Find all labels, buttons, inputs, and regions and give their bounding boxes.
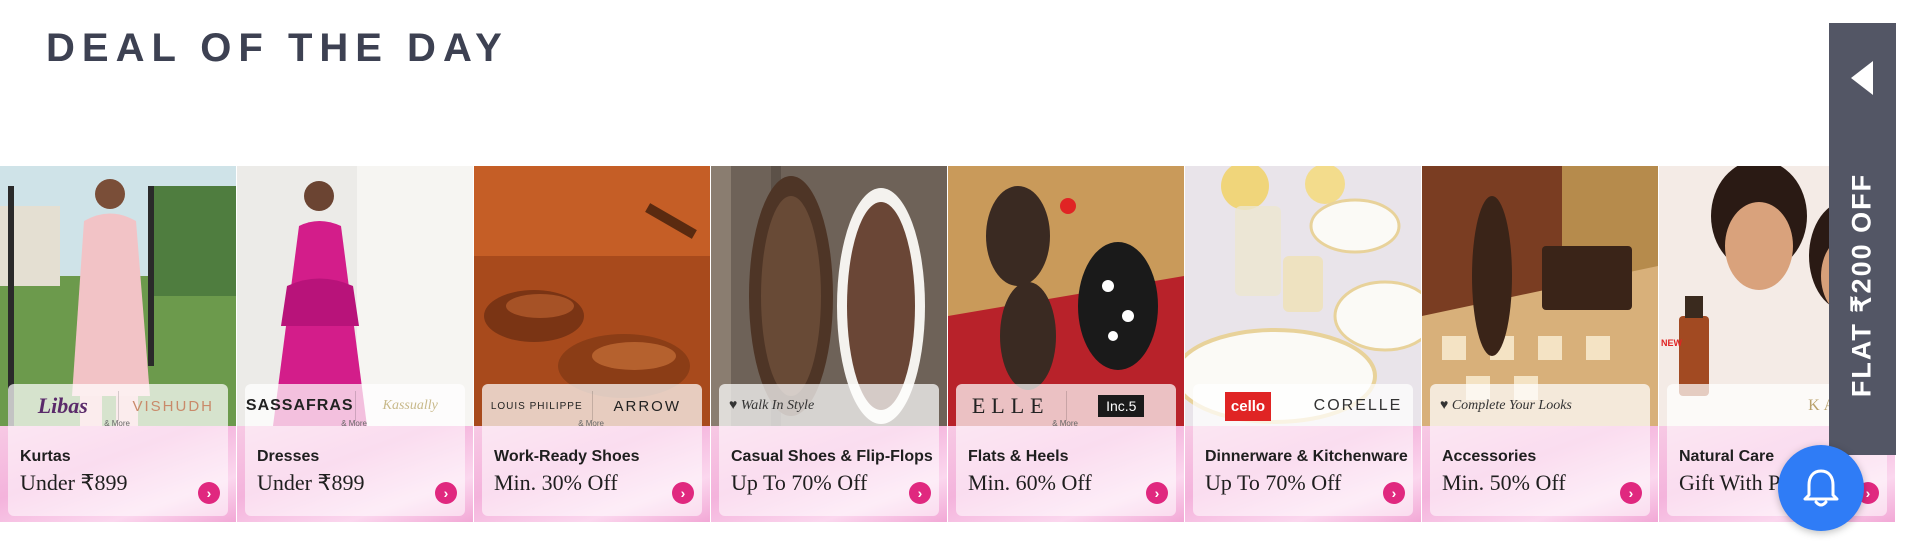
chevron-right-icon[interactable]: › — [198, 482, 220, 504]
deal-card-casual-shoes[interactable]: ♥ Walk In Style Casual Shoes & Flip-Flop… — [711, 166, 947, 522]
flat-offer-text: FLAT ₹200 OFF — [1846, 172, 1877, 398]
card-info: Dinnerware & Kitchenware Up To 70% Off › — [1185, 426, 1421, 522]
chevron-right-icon[interactable]: › — [1383, 482, 1405, 504]
offer-text: Under ₹899 — [257, 470, 365, 495]
category-name: Casual Shoes & Flip-Flops — [731, 448, 933, 465]
offer-text: Min. 60% Off — [968, 470, 1092, 495]
category-name: Flats & Heels — [968, 448, 1069, 465]
deal-card-dinnerware[interactable]: cello CORELLE Dinnerware & Kitchenware U… — [1185, 166, 1421, 522]
deal-card-flats-heels[interactable]: ELLE Inc.5 & More Flats & Heels Min. 60%… — [948, 166, 1184, 522]
offer-text: Up To 70% Off — [731, 470, 868, 495]
card-info: Kurtas Under ₹899 › — [0, 426, 236, 522]
deal-card-accessories[interactable]: ♥ Complete Your Looks Accessories Min. 5… — [1422, 166, 1658, 522]
new-launch-badge: NEW — [1661, 338, 1682, 348]
complete-your-looks-text: Complete Your Looks — [1451, 398, 1572, 413]
brand-strip: ♥ Walk In Style — [719, 384, 939, 428]
card-info: Dresses Under ₹899 › — [237, 426, 473, 522]
brand-strip: SASSAFRAS Kassually & More — [245, 384, 465, 428]
offer-text: Min. 30% Off — [494, 470, 618, 495]
category-name: Kurtas — [20, 448, 71, 465]
info-box: Casual Shoes & Flip-Flops Up To 70% Off … — [719, 426, 939, 516]
brand-logo-corelle: CORELLE — [1313, 397, 1403, 414]
info-box: Kurtas Under ₹899 › — [8, 426, 228, 516]
brand-strip: ELLE Inc.5 & More — [956, 384, 1176, 428]
notification-button[interactable] — [1778, 445, 1864, 531]
brand-logo-louis-philippe: LOUIS PHILIPPE — [490, 400, 583, 412]
brand-strip: LOUIS PHILIPPE ARROW & More — [482, 384, 702, 428]
deal-card-work-ready-shoes[interactable]: LOUIS PHILIPPE ARROW & More Work-Ready S… — [474, 166, 710, 522]
brand-logo-inc5-wrap: Inc.5 — [1067, 395, 1177, 417]
chevron-right-icon[interactable]: › — [435, 482, 457, 504]
brand-logo-cello: cello — [1224, 391, 1272, 421]
brand-strip: cello CORELLE — [1193, 384, 1413, 428]
offer-text: Min. 50% Off — [1442, 470, 1566, 495]
walk-in-style-text: Walk In Style — [740, 398, 815, 413]
deal-card-dresses[interactable]: SASSAFRAS Kassually & More Dresses Under… — [237, 166, 473, 522]
offer-text: Up To 70% Off — [1205, 470, 1342, 495]
brand-tagline: ♥ Complete Your Looks — [1430, 398, 1650, 414]
heart-icon: ♥ — [1440, 398, 1452, 413]
card-info: Accessories Min. 50% Off › — [1422, 426, 1658, 522]
brand-logo-arrow: ARROW — [613, 397, 681, 415]
chevron-left-icon[interactable] — [1851, 61, 1873, 95]
info-box: Work-Ready Shoes Min. 30% Off › — [482, 426, 702, 516]
chevron-right-icon[interactable]: › — [909, 482, 931, 504]
category-name: Work-Ready Shoes — [494, 448, 640, 465]
info-box: Dresses Under ₹899 › — [245, 426, 465, 516]
brand-logo-inc5: Inc.5 — [1098, 395, 1145, 417]
deal-card-kurtas[interactable]: Libas VISHUDH & More Kurtas Under ₹899 › — [0, 166, 236, 522]
brand-strip: ♥ Complete Your Looks — [1430, 384, 1650, 428]
brand-strip: Libas VISHUDH & More — [8, 384, 228, 428]
brand-logo-libas: Libas — [37, 393, 88, 418]
chevron-right-icon[interactable]: › — [1620, 482, 1642, 504]
chevron-right-icon[interactable]: › — [1146, 482, 1168, 504]
card-info: Work-Ready Shoes Min. 30% Off › — [474, 426, 710, 522]
flat-offer-side-tab[interactable]: FLAT ₹200 OFF — [1829, 23, 1896, 455]
category-name: Accessories — [1442, 448, 1537, 465]
category-name: Dresses — [257, 448, 320, 465]
brand-logo-elle: ELLE — [971, 393, 1050, 418]
heart-icon: ♥ — [729, 398, 741, 413]
offer-text: Under ₹899 — [20, 470, 128, 495]
info-box: Flats & Heels Min. 60% Off › — [956, 426, 1176, 516]
chevron-right-icon[interactable]: › — [672, 482, 694, 504]
deal-carousel: Libas VISHUDH & More Kurtas Under ₹899 › — [0, 166, 1920, 522]
bell-icon — [1803, 469, 1839, 507]
category-name: Natural Care — [1679, 448, 1775, 465]
category-name: Dinnerware & Kitchenware — [1205, 448, 1408, 465]
brand-logo-cello-wrap: cello — [1193, 391, 1303, 421]
info-box: Accessories Min. 50% Off › — [1430, 426, 1650, 516]
section-title: DEAL OF THE DAY — [46, 26, 509, 70]
card-info: Casual Shoes & Flip-Flops Up To 70% Off … — [711, 426, 947, 522]
card-info: Flats & Heels Min. 60% Off › — [948, 426, 1184, 522]
info-box: Dinnerware & Kitchenware Up To 70% Off › — [1193, 426, 1413, 516]
brand-logo-sassafras: SASSAFRAS — [245, 397, 354, 414]
brand-tagline: ♥ Walk In Style — [719, 398, 939, 414]
brand-logo-kassually: Kassually — [382, 398, 438, 413]
brand-logo-vishudh: VISHUDH — [132, 397, 214, 415]
